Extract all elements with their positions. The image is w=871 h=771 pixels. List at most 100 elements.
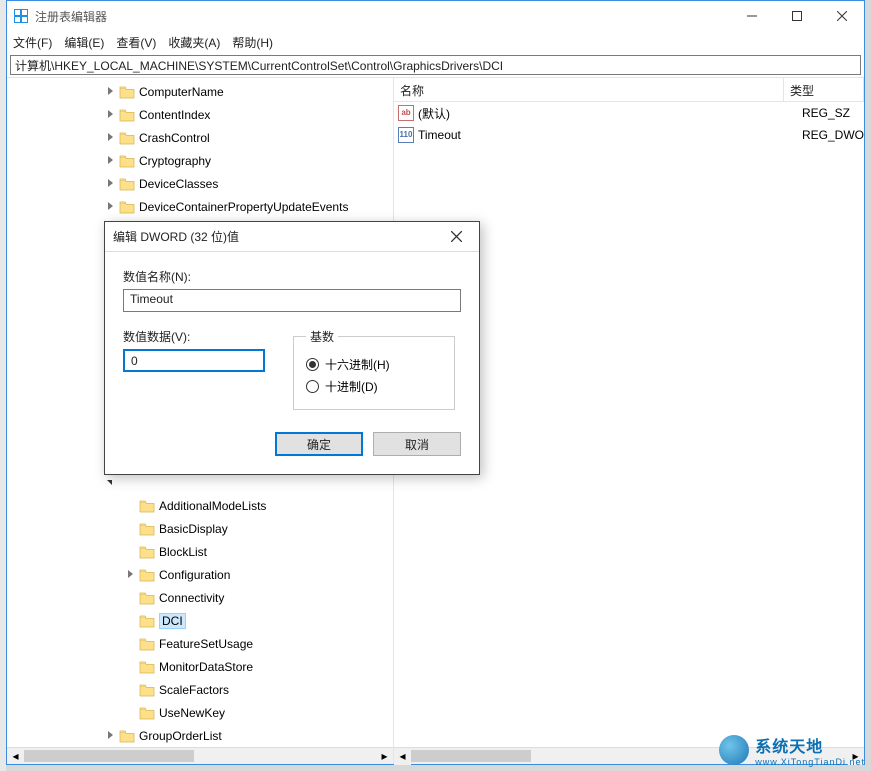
folder-icon [139,706,155,720]
maximize-button[interactable] [774,1,819,31]
tree-item-label: BlockList [159,545,207,559]
radio-checked-icon [306,358,319,371]
tree-hscrollbar[interactable]: ◂ ▸ [7,747,393,764]
chevron-right-icon[interactable] [103,200,117,214]
tree-item[interactable]: ContentIndex [7,103,393,126]
radix-hex-option[interactable]: 十六进制(H) [306,353,442,375]
radix-dec-label: 十进制(D) [325,378,378,395]
list-header: 名称 类型 [394,78,864,102]
tree-item[interactable]: UseNewKey [7,701,393,724]
close-button[interactable] [819,1,864,31]
folder-icon [119,108,135,122]
tree-item-label: UseNewKey [159,706,225,720]
tree-item[interactable]: DCI [7,609,393,632]
menu-help[interactable]: 帮助(H) [232,34,273,51]
tree-item-label: ComputerName [139,85,224,99]
cancel-button[interactable]: 取消 [373,432,461,456]
menu-favorites[interactable]: 收藏夹(A) [168,34,220,51]
tree-item-label: FeatureSetUsage [159,637,253,651]
value-type: REG_DWO [802,128,864,142]
folder-icon [119,131,135,145]
col-header-type[interactable]: 类型 [784,78,864,101]
tree-item[interactable]: MonitorDataStore [7,655,393,678]
tree-item[interactable]: CrashControl [7,126,393,149]
tree-item[interactable]: DeviceClasses [7,172,393,195]
tree-item[interactable]: AdditionalModeLists [7,494,393,517]
menu-file[interactable]: 文件(F) [13,34,52,51]
tree-item[interactable]: DeviceContainerPropertyUpdateEvents [7,195,393,218]
minimize-button[interactable] [729,1,774,31]
edit-dword-dialog: 编辑 DWORD (32 位)值 数值名称(N): Timeout 数值数据(V… [104,221,480,475]
folder-icon [139,568,155,582]
col-header-name[interactable]: 名称 [394,78,784,101]
scroll-right-icon[interactable]: ▸ [376,748,393,765]
window-controls [729,1,864,31]
chevron-right-icon[interactable] [103,154,117,168]
tree-item-label: Connectivity [159,591,224,605]
folder-icon [119,154,135,168]
scroll-thumb[interactable] [24,750,194,762]
value-type: REG_SZ [802,106,864,120]
chevron-right-icon[interactable] [103,177,117,191]
tree-item[interactable]: Configuration [7,563,393,586]
app-icon [13,8,29,24]
watermark-brand: 系统天地 [755,733,865,757]
tree-item-label: BasicDisplay [159,522,228,536]
chevron-right-icon[interactable] [103,729,117,743]
folder-icon [139,683,155,697]
globe-icon [719,735,749,765]
tree-item-label: GroupOrderList [139,729,222,743]
scroll-left-icon[interactable]: ◂ [7,748,24,765]
folder-icon [139,522,155,536]
folder-icon [139,545,155,559]
value-name-label: 数值名称(N): [123,268,461,285]
tree-item-label: DeviceClasses [139,177,218,191]
tree-item[interactable]: Connectivity [7,586,393,609]
dialog-close-button[interactable] [441,222,471,252]
tree-item[interactable]: GroupOrderList [7,724,393,747]
chevron-right-icon[interactable] [103,108,117,122]
tree-item-label: DCI [159,613,186,629]
tree-item[interactable]: ScaleFactors [7,678,393,701]
address-bar[interactable]: 计算机\HKEY_LOCAL_MACHINE\SYSTEM\CurrentCon… [10,55,861,75]
tree-item-label: ContentIndex [139,108,210,122]
tree-item-label: DeviceContainerPropertyUpdateEvents [139,200,348,214]
list-row[interactable]: 110 TimeoutREG_DWO [394,124,864,146]
scroll-thumb[interactable] [411,750,531,762]
tree-item-label: CrashControl [139,131,210,145]
scroll-left-icon[interactable]: ◂ [394,748,411,765]
tree-item[interactable]: FeatureSetUsage [7,632,393,655]
folder-icon [119,729,135,743]
value-name: Timeout [418,128,802,142]
list-row[interactable]: ab(默认)REG_SZ [394,102,864,124]
value-data-input[interactable] [123,349,265,372]
menu-edit[interactable]: 编辑(E) [64,34,104,51]
chevron-right-icon[interactable] [123,568,137,582]
dialog-titlebar[interactable]: 编辑 DWORD (32 位)值 [105,222,479,252]
tree-item-label: ScaleFactors [159,683,229,697]
tree-item-label: AdditionalModeLists [159,499,266,513]
chevron-right-icon[interactable] [103,85,117,99]
radix-dec-option[interactable]: 十进制(D) [306,375,442,397]
folder-icon [139,614,155,628]
chevron-right-icon[interactable] [103,131,117,145]
tree-item[interactable]: BlockList [7,540,393,563]
chevron-down-icon[interactable] [103,476,117,490]
folder-icon [119,85,135,99]
tree-item-label: Cryptography [139,154,211,168]
radix-hex-label: 十六进制(H) [325,356,390,373]
folder-icon [139,499,155,513]
value-data-label: 数值数据(V): [123,328,265,345]
titlebar[interactable]: 注册表编辑器 [7,1,864,31]
folder-icon [119,177,135,191]
value-name-field[interactable]: Timeout [123,289,461,312]
tree-item[interactable]: Cryptography [7,149,393,172]
window-title: 注册表编辑器 [35,8,729,25]
tree-item[interactable]: ComputerName [7,80,393,103]
tree-item[interactable]: BasicDisplay [7,517,393,540]
value-dword-icon: 110 [398,127,414,143]
radio-unchecked-icon [306,380,319,393]
ok-button[interactable]: 确定 [275,432,363,456]
menu-view[interactable]: 查看(V) [116,34,156,51]
watermark-url: www.XiTongTianDi.net [755,757,865,767]
